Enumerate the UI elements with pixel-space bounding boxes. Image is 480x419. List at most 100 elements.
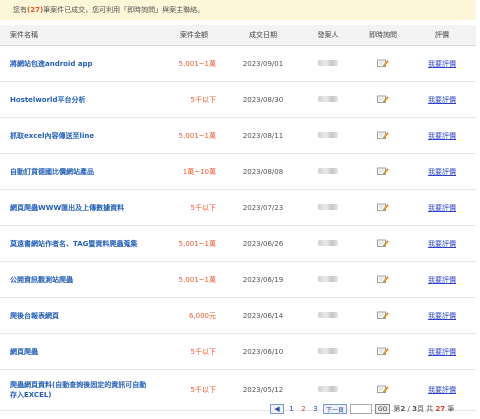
case-name-link[interactable]: 網頁爬蟲 bbox=[0, 333, 160, 370]
deal-date: 2023/06/26 bbox=[228, 225, 298, 262]
publisher-avatar-blurred bbox=[318, 311, 338, 318]
case-amount: 5千以下 bbox=[160, 189, 228, 226]
publisher-avatar-blurred bbox=[318, 95, 338, 102]
pencil-note-icon[interactable] bbox=[377, 167, 389, 175]
header-rating: 評價 bbox=[408, 25, 476, 46]
case-amount: 5千以下 bbox=[160, 369, 228, 411]
next-page-button[interactable]: 下一頁 bbox=[323, 404, 348, 414]
deal-date: 2023/09/01 bbox=[228, 45, 298, 82]
case-amount: 5千以下 bbox=[160, 333, 228, 370]
deal-date: 2023/06/10 bbox=[228, 333, 298, 370]
pencil-note-icon[interactable] bbox=[377, 203, 389, 211]
notice-prefix: 您有 bbox=[13, 6, 27, 14]
pencil-note-icon[interactable] bbox=[377, 275, 389, 283]
rating-cell: 我要評價 bbox=[408, 81, 476, 118]
publisher-cell bbox=[298, 333, 358, 370]
table-row: 網頁爬蟲WWW匯出及上傳數據資料 5千以下 2023/07/23 我要評價 bbox=[0, 189, 476, 226]
table-row: Hostelworld平台分析 5千以下 2023/08/30 我要評價 bbox=[0, 81, 476, 118]
inquiry-cell bbox=[358, 81, 408, 118]
header-date: 成交日期 bbox=[228, 25, 298, 46]
inquiry-cell bbox=[358, 261, 408, 298]
rate-link[interactable]: 我要評價 bbox=[428, 312, 456, 320]
pencil-note-icon[interactable] bbox=[377, 385, 389, 393]
case-name-link[interactable]: 將網站包進android app bbox=[0, 45, 160, 82]
publisher-avatar-blurred bbox=[318, 203, 338, 210]
rate-link[interactable]: 我要評價 bbox=[428, 96, 456, 104]
header-amount: 案件金額 bbox=[160, 25, 228, 46]
case-amount: 5,001~1萬 bbox=[160, 45, 228, 82]
case-name-link[interactable]: 爬蟲網頁資料(自動查詢後固定的資訊可自動存入EXCEL) bbox=[0, 369, 160, 411]
rating-cell: 我要評價 bbox=[408, 45, 476, 82]
inquiry-cell bbox=[358, 45, 408, 82]
rating-cell: 我要評價 bbox=[408, 153, 476, 190]
publisher-avatar-blurred bbox=[318, 239, 338, 246]
case-name-link[interactable]: Hostelworld平台分析 bbox=[0, 81, 160, 118]
rate-link[interactable]: 我要評價 bbox=[428, 132, 456, 140]
publisher-cell bbox=[298, 297, 358, 334]
page-info: 第2 / 3頁 共 27 筆 bbox=[393, 405, 455, 413]
case-amount: 5,001~1萬 bbox=[160, 225, 228, 262]
publisher-avatar-blurred bbox=[318, 386, 338, 392]
pencil-note-icon[interactable] bbox=[377, 311, 389, 319]
publisher-avatar-blurred bbox=[318, 59, 338, 66]
publisher-avatar-blurred bbox=[318, 347, 338, 354]
case-name-link[interactable]: 公開資訊觀測站爬蟲 bbox=[0, 261, 160, 298]
deal-date: 2023/08/30 bbox=[228, 81, 298, 118]
rate-link[interactable]: 我要評價 bbox=[428, 60, 456, 68]
publisher-cell bbox=[298, 81, 358, 118]
case-amount: 5千以下 bbox=[160, 81, 228, 118]
case-name-link[interactable]: 爬後台報表網頁 bbox=[0, 297, 160, 334]
rate-link[interactable]: 我要評價 bbox=[428, 386, 456, 394]
publisher-avatar-blurred bbox=[318, 167, 338, 174]
case-name-link[interactable]: 自動訂貨德國比價網站產品 bbox=[0, 153, 160, 190]
rate-link[interactable]: 我要評價 bbox=[428, 168, 456, 176]
rate-link[interactable]: 我要評價 bbox=[428, 204, 456, 212]
pencil-note-icon[interactable] bbox=[377, 347, 389, 355]
case-name-link[interactable]: 抓取excel內容傳送至line bbox=[0, 117, 160, 154]
page-1[interactable]: 1 bbox=[287, 405, 296, 413]
case-amount: 6,000元 bbox=[160, 297, 228, 334]
rating-cell: 我要評價 bbox=[408, 189, 476, 226]
case-name-link[interactable]: 莫遠書網站作者名、TAG暨資料爬蟲蒐集 bbox=[0, 225, 160, 262]
page-jump-input[interactable] bbox=[350, 404, 373, 414]
inquiry-cell bbox=[358, 333, 408, 370]
rate-link[interactable]: 我要評價 bbox=[428, 276, 456, 284]
rating-cell: 我要評價 bbox=[408, 261, 476, 298]
table-header-row: 案件名稱 案件金額 成交日期 發案人 即時詢問 評價 bbox=[0, 25, 476, 46]
deal-date: 2023/06/14 bbox=[228, 297, 298, 334]
pagination: ◀ 1 2 3 下一頁 GO 第2 / 3頁 共 27 筆 bbox=[270, 402, 454, 416]
deal-notice-bar: 您有(27)筆案件已成交，您可利用「即時詢問」與案主聯絡。 bbox=[0, 0, 476, 20]
go-button[interactable]: GO bbox=[375, 404, 391, 414]
publisher-avatar-blurred bbox=[318, 131, 338, 138]
case-name-link[interactable]: 網頁爬蟲WWW匯出及上傳數據資料 bbox=[0, 189, 160, 226]
pencil-note-icon[interactable] bbox=[377, 239, 389, 247]
case-amount: 1萬~10萬 bbox=[160, 153, 228, 190]
pencil-note-icon[interactable] bbox=[377, 131, 389, 139]
table-row: 網頁爬蟲 5千以下 2023/06/10 我要評價 bbox=[0, 333, 476, 370]
table-row: 自動訂貨德國比價網站產品 1萬~10萬 2023/08/08 我要評價 bbox=[0, 153, 476, 190]
pencil-note-icon[interactable] bbox=[377, 95, 389, 103]
deal-date: 2023/06/19 bbox=[228, 261, 298, 298]
case-amount: 5,001~1萬 bbox=[160, 261, 228, 298]
deal-date: 2023/08/08 bbox=[228, 153, 298, 190]
prev-page-button[interactable]: ◀ bbox=[270, 404, 284, 414]
deal-date: 2023/07/23 bbox=[228, 189, 298, 226]
rating-cell: 我要評價 bbox=[408, 225, 476, 262]
publisher-cell bbox=[298, 261, 358, 298]
deals-table: 案件名稱 案件金額 成交日期 發案人 即時詢問 評價 將網站包進android … bbox=[0, 25, 476, 411]
page-2-current: 2 bbox=[301, 405, 306, 413]
inquiry-cell bbox=[358, 117, 408, 154]
table-row: 抓取excel內容傳送至line 5,001~1萬 2023/08/11 我要評價 bbox=[0, 117, 476, 154]
page-3[interactable]: 3 bbox=[311, 405, 320, 413]
header-name: 案件名稱 bbox=[0, 25, 160, 46]
deal-count: (27) bbox=[27, 6, 44, 14]
case-amount: 5,001~1萬 bbox=[160, 117, 228, 154]
rate-link[interactable]: 我要評價 bbox=[428, 348, 456, 356]
header-publisher: 發案人 bbox=[298, 25, 358, 46]
header-inquiry: 即時詢問 bbox=[358, 25, 408, 46]
pencil-note-icon[interactable] bbox=[377, 59, 389, 67]
publisher-avatar-blurred bbox=[318, 275, 338, 282]
rate-link[interactable]: 我要評價 bbox=[428, 240, 456, 248]
table-row: 將網站包進android app 5,001~1萬 2023/09/01 我要評價 bbox=[0, 45, 476, 82]
inquiry-cell bbox=[358, 153, 408, 190]
